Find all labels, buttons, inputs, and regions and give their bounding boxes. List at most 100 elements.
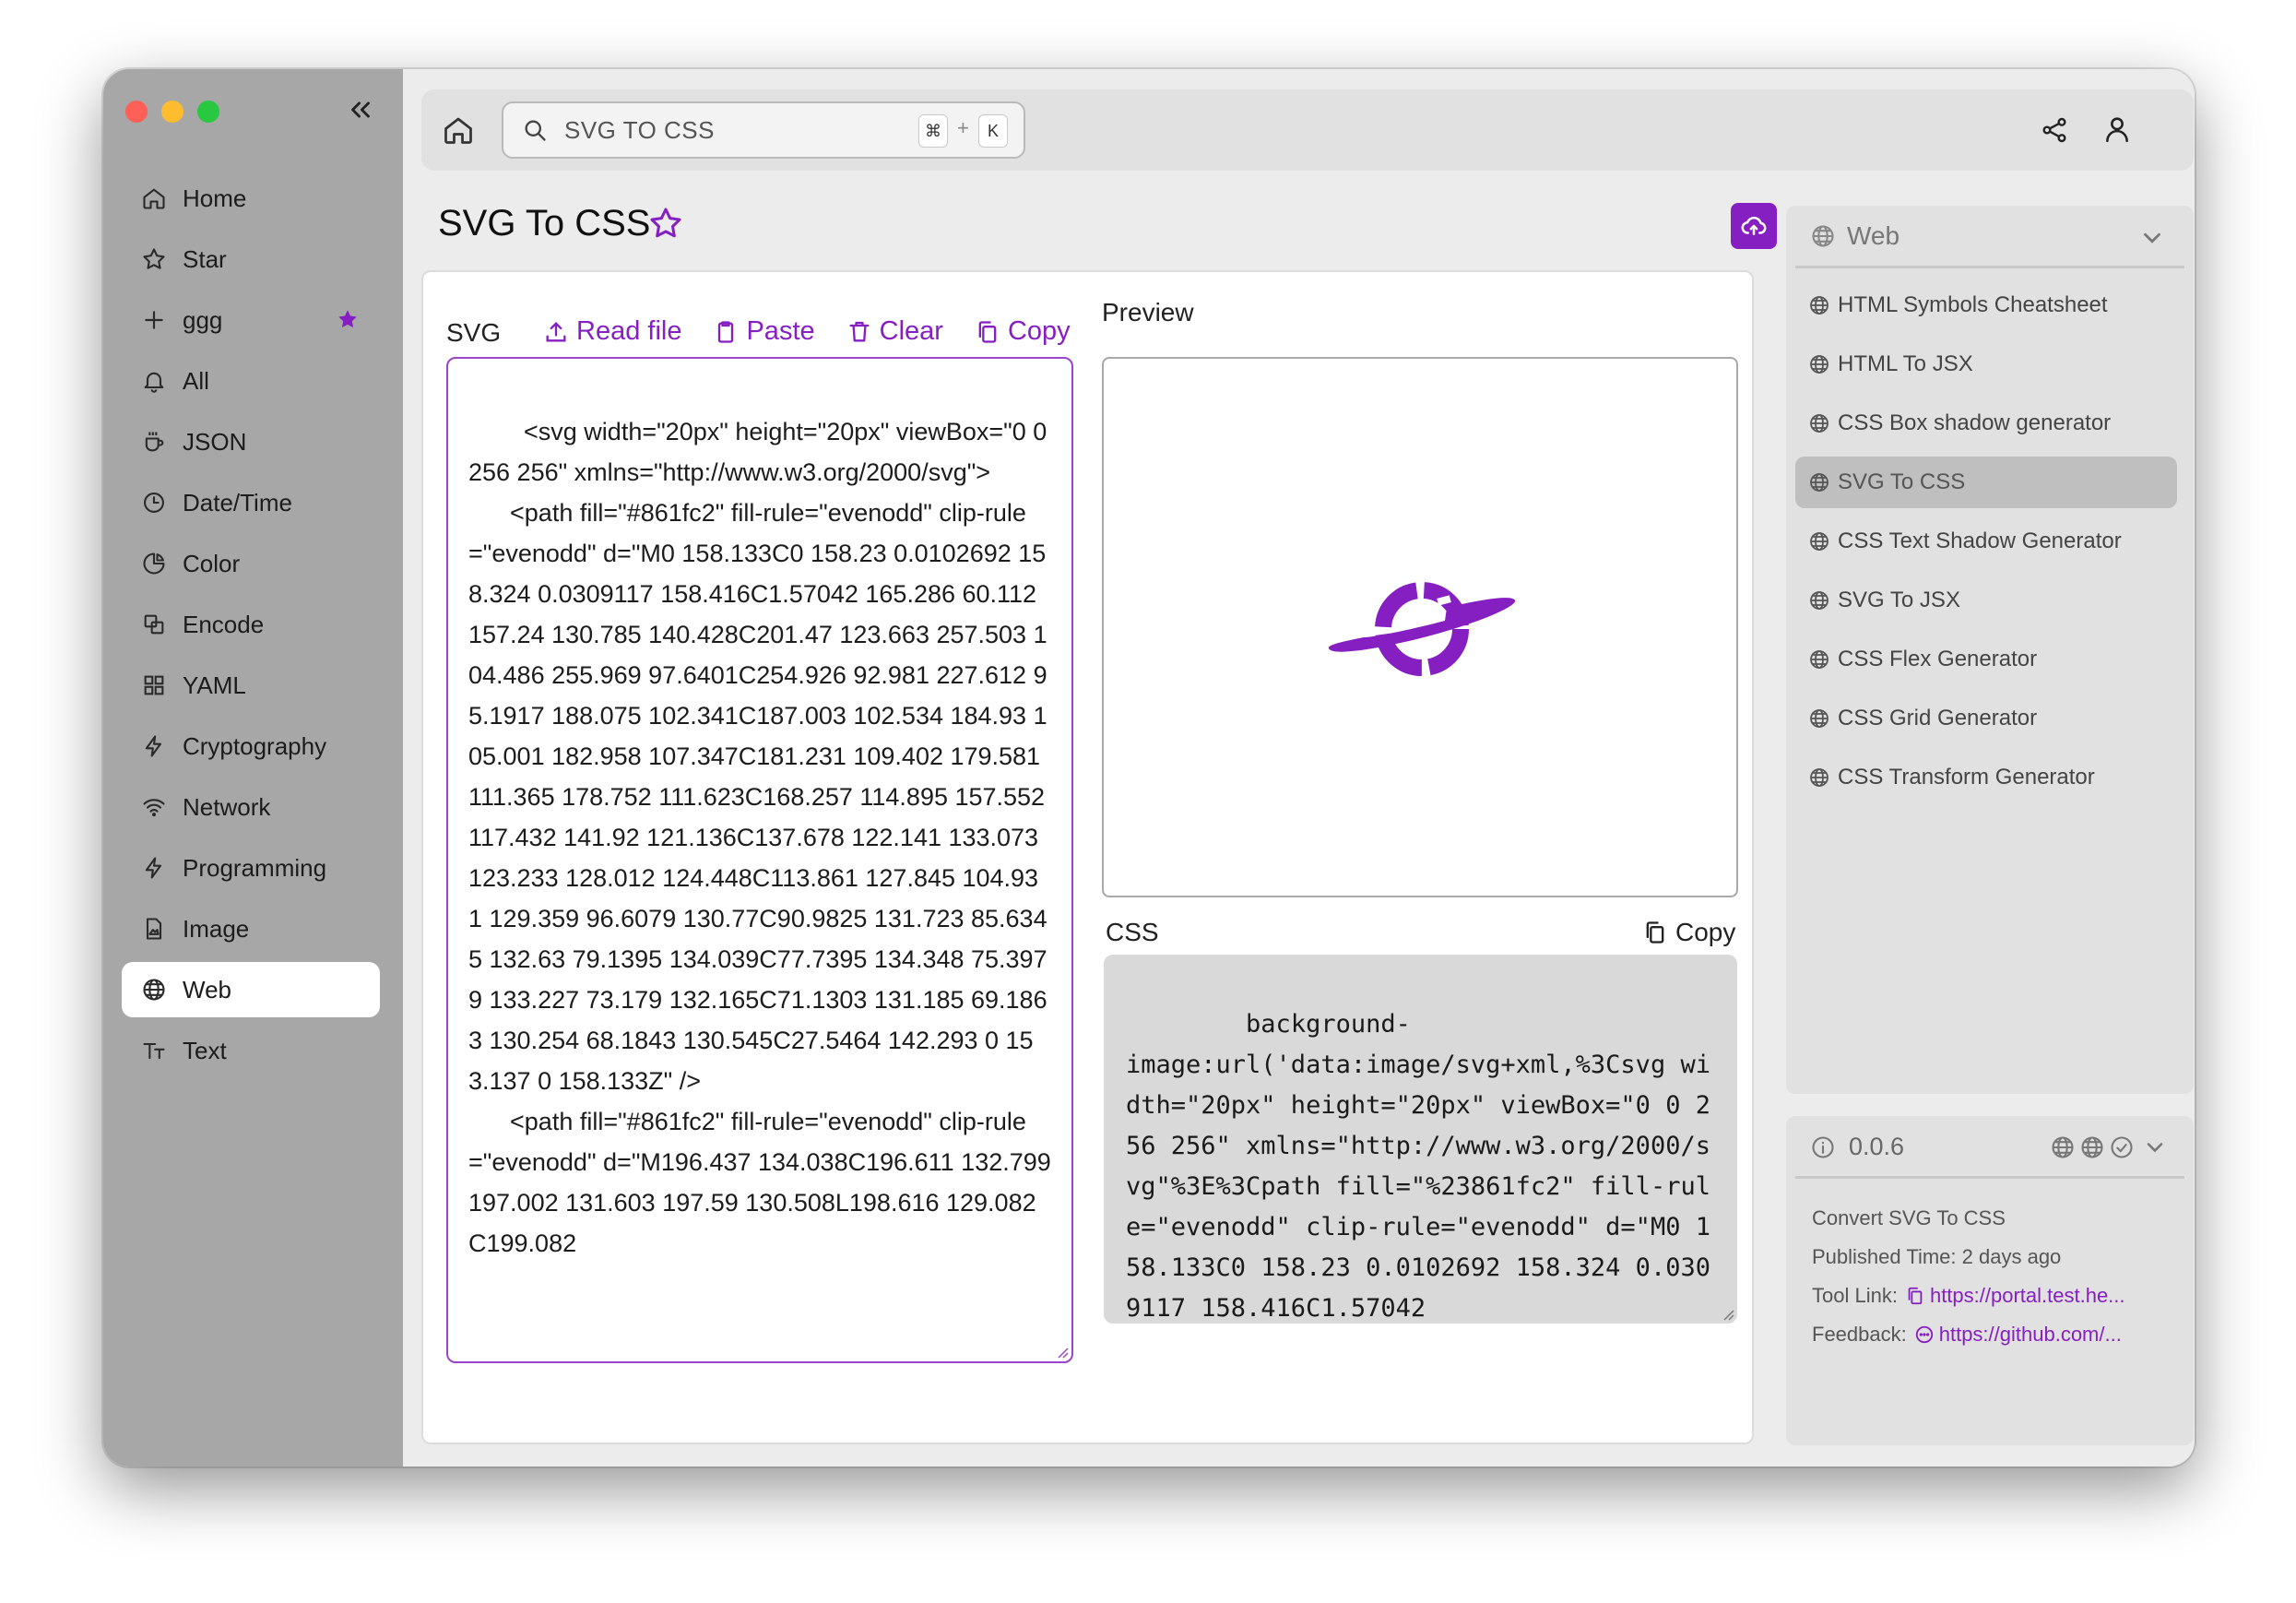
image-file-icon (140, 915, 168, 943)
tool-item-html-to-jsx[interactable]: HTML To JSX (1795, 338, 2177, 390)
feedback-link[interactable]: https://github.com/... (1914, 1323, 2122, 1347)
related-tools-list: HTML Symbols Cheatsheet HTML To JSX CSS … (1795, 279, 2177, 811)
css-output-textarea[interactable]: background- image:url('data:image/svg+xm… (1104, 955, 1737, 1324)
sidebar-item-text[interactable]: Text (122, 1023, 380, 1078)
published-label: Published Time: (1812, 1245, 1957, 1268)
tool-link[interactable]: https://portal.test.he... (1905, 1284, 2125, 1308)
sidebar-item-label: JSON (183, 427, 247, 456)
tool-item-label: CSS Flex Generator (1838, 647, 2038, 671)
copy-svg-button[interactable]: Copy (975, 316, 1071, 347)
preview-label: Preview (1102, 298, 1194, 327)
maximize-window-button[interactable] (197, 101, 219, 123)
sidebar-item-color[interactable]: Color (122, 536, 380, 591)
sidebar-item-programming[interactable]: Programming (122, 840, 380, 896)
tool-item-label: CSS Transform Generator (1838, 765, 2095, 790)
sidebar-item-json[interactable]: JSON (122, 414, 380, 469)
globe-icon (1810, 709, 1829, 728)
sidebar-item-image[interactable]: Image (122, 901, 380, 956)
globe-icon (1810, 650, 1829, 669)
cloud-upload-icon (1741, 216, 1767, 235)
bolt-icon (140, 854, 168, 882)
shortcut-k-key: K (978, 114, 1008, 148)
sidebar-item-star[interactable]: Star (122, 232, 380, 287)
page-title: SVG To CSS (438, 203, 651, 243)
tool-item-label: SVG To CSS (1838, 469, 1966, 494)
sidebar-item-label: All (183, 366, 209, 395)
home-icon (140, 184, 168, 212)
search-input[interactable]: SVG TO CSS ⌘ + K (502, 101, 1025, 159)
bell-icon (140, 367, 168, 395)
sidebar-item-cryptography[interactable]: Cryptography (122, 718, 380, 774)
sidebar-item-all[interactable]: All (122, 353, 380, 409)
globe-icon (2052, 1136, 2074, 1158)
resize-handle-icon[interactable] (1722, 1308, 1734, 1321)
platform-icons (2050, 1134, 2135, 1160)
sidebar-item-label: ggg (183, 305, 223, 334)
trash-icon (849, 321, 870, 341)
sidebar-item-label: Web (183, 975, 231, 1003)
tool-item-css-grid[interactable]: CSS Grid Generator (1795, 693, 2177, 744)
css-label: CSS (1106, 918, 1159, 946)
sidebar-item-encode[interactable]: Encode (122, 597, 380, 652)
collapse-sidebar-icon[interactable] (345, 94, 376, 125)
copy-css-button[interactable]: Copy (1642, 918, 1735, 947)
shortcut-plus: + (957, 116, 969, 139)
sidebar-item-web[interactable]: Web (122, 962, 380, 1017)
svg-input-textarea[interactable]: <svg width="20px" height="20px" viewBox=… (446, 357, 1073, 1363)
published-time: Published Time: 2 days ago (1812, 1238, 2181, 1276)
tool-item-css-box-shadow[interactable]: CSS Box shadow generator (1795, 398, 2177, 449)
cloud-upload-button[interactable] (1731, 203, 1777, 249)
category-dropdown[interactable]: Web (1795, 206, 2184, 268)
favorite-star-icon[interactable] (336, 307, 360, 331)
paste-button[interactable]: Paste (713, 316, 815, 347)
info-icon (1812, 1136, 1834, 1158)
sidebar-item-label: Star (183, 244, 227, 273)
tool-item-css-flex[interactable]: CSS Flex Generator (1795, 634, 2177, 685)
tool-item-html-symbols[interactable]: HTML Symbols Cheatsheet (1795, 279, 2177, 331)
globe-icon (1812, 224, 1834, 247)
tool-item-css-text-shadow[interactable]: CSS Text Shadow Generator (1795, 516, 2177, 567)
favorite-star-icon[interactable] (647, 205, 684, 242)
feedback-label: Feedback: (1812, 1323, 1907, 1346)
globe-icon (1810, 414, 1829, 433)
main-area: SVG TO CSS ⌘ + K SVG To CSS SVG Read fil… (403, 69, 2195, 1466)
share-icon[interactable] (2040, 115, 2069, 145)
read-file-button[interactable]: Read file (543, 316, 681, 347)
clear-label: Clear (879, 316, 943, 346)
tool-item-css-transform[interactable]: CSS Transform Generator (1795, 752, 2177, 803)
globe-icon (2081, 1136, 2103, 1158)
chevron-down-icon (2144, 232, 2160, 243)
minimize-window-button[interactable] (161, 101, 183, 123)
resize-handle-icon[interactable] (1056, 1346, 1069, 1359)
clock-icon (140, 489, 168, 517)
copy-label: Copy (1007, 316, 1071, 346)
preview-box (1102, 357, 1738, 897)
chevron-down-icon (2147, 1143, 2163, 1153)
related-tools-panel: Web HTML Symbols Cheatsheet HTML To JSX … (1786, 206, 2194, 1094)
sidebar-item-network[interactable]: Network (122, 779, 380, 835)
home-icon[interactable] (442, 113, 475, 147)
chat-icon (1915, 1325, 1933, 1344)
sidebar-item-home[interactable]: Home (122, 171, 380, 226)
info-header[interactable]: 0.0.6 (1795, 1116, 2184, 1179)
user-icon[interactable] (2101, 113, 2133, 145)
sidebar-item-ggg[interactable]: ggg (122, 292, 380, 348)
description-text: Convert SVG To CSS (1812, 1206, 2006, 1229)
close-window-button[interactable] (125, 101, 148, 123)
wifi-icon (140, 793, 168, 821)
sidebar-item-datetime[interactable]: Date/Time (122, 475, 380, 530)
clear-button[interactable]: Clear (846, 316, 943, 347)
sidebar-item-label: Network (183, 792, 271, 821)
tool-item-svg-to-jsx[interactable]: SVG To JSX (1795, 575, 2177, 626)
globe-icon (1810, 768, 1829, 787)
published-value: 2 days ago (1961, 1245, 2062, 1268)
sidebar-item-yaml[interactable]: YAML (122, 658, 380, 713)
app-window: Home Star ggg All JSON Date/Time Color E… (103, 69, 2195, 1466)
tool-item-label: HTML To JSX (1838, 351, 1973, 376)
tool-item-svg-to-css[interactable]: SVG To CSS (1795, 457, 2177, 508)
copy-icon (1646, 921, 1664, 944)
bolt-icon (140, 732, 168, 760)
feedback-url: https://github.com/... (1938, 1323, 2122, 1346)
upload-icon (546, 321, 566, 341)
tool-link-url: https://portal.test.he... (1929, 1284, 2125, 1307)
